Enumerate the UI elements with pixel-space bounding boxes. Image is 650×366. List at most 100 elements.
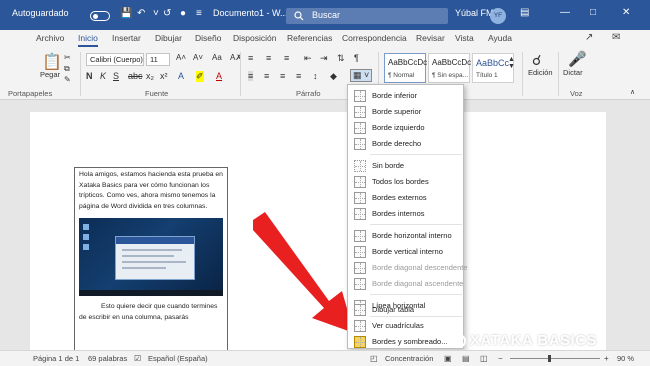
menu-bordes-externos[interactable]: Bordes externos xyxy=(348,190,463,206)
borders-button[interactable]: ▦ ˅ xyxy=(350,69,373,82)
show-marks-icon[interactable]: ¶ xyxy=(354,53,359,63)
menu-borde-derecho[interactable]: Borde derecho xyxy=(348,136,463,152)
tab-referencias[interactable]: Referencias xyxy=(287,33,332,43)
styles-more-icon[interactable]: ▲ ▼ xyxy=(508,56,515,70)
font-size-select[interactable]: 11 xyxy=(146,53,170,66)
superscript-icon[interactable]: x² xyxy=(160,71,168,81)
zoom-level[interactable]: 90 % xyxy=(617,354,634,363)
customize-icon[interactable]: ≡ xyxy=(196,8,202,19)
read-mode-icon[interactable]: ▣ xyxy=(444,354,452,363)
bold-icon[interactable]: N xyxy=(86,71,93,81)
close-icon[interactable]: ✕ xyxy=(622,7,630,18)
menu-borde-inferior[interactable]: Borde inferior xyxy=(348,88,463,104)
menu-dibujar-tabla[interactable]: Dibujar tabla xyxy=(348,302,463,318)
menu-bordes-y-sombreado[interactable]: Bordes y sombreado... xyxy=(348,334,463,350)
proofing-icon[interactable]: ☑ xyxy=(134,354,141,363)
copy-icon[interactable]: ⧉ xyxy=(64,64,70,74)
underline-icon[interactable]: S xyxy=(113,71,119,81)
tab-archivo[interactable]: Archivo xyxy=(36,33,64,43)
strikethrough-icon[interactable]: abc xyxy=(128,71,143,81)
tab-inicio[interactable]: Inicio xyxy=(78,33,98,47)
menu-ver-cuadriculas[interactable]: Ver cuadrículas xyxy=(348,318,463,334)
font-name-select[interactable]: Calibri (Cuerpo) xyxy=(86,53,144,66)
search-editing-icon[interactable]: ☌ xyxy=(532,52,541,69)
zoom-out-icon[interactable]: − xyxy=(498,354,503,363)
shrink-font-icon[interactable]: A˅ xyxy=(193,53,203,62)
tab-revisar[interactable]: Revisar xyxy=(416,33,445,43)
collapse-ribbon-icon[interactable]: ∧ xyxy=(630,88,635,96)
search-box[interactable]: Buscar xyxy=(286,8,448,24)
menu-borde-izquierdo[interactable]: Borde izquierdo xyxy=(348,120,463,136)
user-name[interactable]: Yúbal FM xyxy=(455,8,494,18)
xataka-logo-icon xyxy=(452,334,466,348)
autosave-toggle[interactable] xyxy=(90,11,110,21)
intro-paragraph[interactable]: Hola amigos, estamos hacienda esta prueb… xyxy=(79,170,223,212)
sort-icon[interactable]: ⇅ xyxy=(337,53,345,64)
pin-icon[interactable]: ● xyxy=(180,8,186,19)
editing-label[interactable]: Edición xyxy=(528,68,553,77)
tab-diseno[interactable]: Diseño xyxy=(195,33,221,43)
paste-label[interactable]: Pegar xyxy=(40,70,60,79)
grow-font-icon[interactable]: A˄ xyxy=(176,53,186,62)
italic-icon[interactable]: K xyxy=(100,71,106,81)
highlight-icon[interactable]: ✐ xyxy=(196,71,204,82)
style-no-spacing[interactable]: AaBbCcDc ¶ Sin espa... xyxy=(428,53,471,83)
redo-icon[interactable]: ↺ xyxy=(163,8,171,19)
tab-ayuda[interactable]: Ayuda xyxy=(488,33,512,43)
print-layout-icon[interactable]: ▤ xyxy=(462,354,470,363)
ribbon-display-icon[interactable]: ▤ xyxy=(520,7,529,18)
microphone-icon[interactable]: 🎤 xyxy=(568,50,587,68)
line-spacing-icon[interactable]: ↕ xyxy=(313,71,318,81)
subscript-icon[interactable]: x₂ xyxy=(146,71,154,81)
menu-bordes-internos[interactable]: Bordes internos xyxy=(348,206,463,222)
outro-paragraph[interactable]: Esto quiere decir que cuando termines de… xyxy=(79,302,223,323)
menu-borde-superior[interactable]: Borde superior xyxy=(348,104,463,120)
align-left-icon[interactable]: ≡ xyxy=(248,71,254,81)
menu-sin-borde[interactable]: Sin borde xyxy=(348,158,463,174)
multilevel-list-icon[interactable]: ≡ xyxy=(284,53,289,63)
align-center-icon[interactable]: ≡ xyxy=(264,71,269,81)
tab-insertar[interactable]: Insertar xyxy=(112,33,141,43)
save-icon[interactable]: 💾 xyxy=(120,8,132,19)
increase-indent-icon[interactable]: ⇥ xyxy=(320,53,328,64)
numbering-icon[interactable]: ≡ xyxy=(266,53,271,63)
shading-icon[interactable]: ◆ xyxy=(330,71,337,82)
focus-mode[interactable]: Concentración xyxy=(385,354,433,363)
menu-borde-horizontal-interno[interactable]: Borde horizontal interno xyxy=(348,228,463,244)
style-normal[interactable]: AaBbCcDc ¶ Normal xyxy=(384,53,427,83)
paste-icon[interactable]: 📋 xyxy=(42,52,62,72)
font-color-icon[interactable]: A xyxy=(216,71,222,81)
decrease-indent-icon[interactable]: ⇤ xyxy=(304,53,312,64)
word-count[interactable]: 69 palabras xyxy=(88,354,127,363)
avatar[interactable]: YF xyxy=(490,8,506,24)
share-icon[interactable]: ↗ xyxy=(585,32,593,43)
zoom-slider-thumb[interactable] xyxy=(548,355,551,362)
change-case-icon[interactable]: Aa xyxy=(212,53,222,62)
tab-vista[interactable]: Vista xyxy=(455,33,474,43)
tab-dibujar[interactable]: Dibujar xyxy=(155,33,182,43)
text-effects-icon[interactable]: A xyxy=(178,71,184,81)
format-painter-icon[interactable]: ✎ xyxy=(64,75,71,84)
bullets-icon[interactable]: ≡ xyxy=(248,53,253,63)
comments-icon[interactable]: ✉ xyxy=(612,32,620,43)
zoom-in-icon[interactable]: + xyxy=(604,354,609,363)
justify-icon[interactable]: ≡ xyxy=(296,71,301,81)
cut-icon[interactable]: ✂ xyxy=(64,53,71,62)
undo-icon[interactable]: ↶ xyxy=(137,8,145,19)
focus-icon[interactable]: ◰ xyxy=(370,354,378,363)
text-column[interactable]: Hola amigos, estamos hacienda esta prueb… xyxy=(74,167,228,350)
undo-dropdown-icon[interactable]: ˅ xyxy=(153,8,159,19)
menu-borde-vertical-interno[interactable]: Borde vertical interno xyxy=(348,244,463,260)
maximize-icon[interactable]: □ xyxy=(590,7,596,18)
tab-correspondencia[interactable]: Correspondencia xyxy=(342,33,407,43)
language[interactable]: Español (España) xyxy=(148,354,208,363)
web-layout-icon[interactable]: ◫ xyxy=(480,354,488,363)
menu-todos-los-bordes[interactable]: Todos los bordes xyxy=(348,174,463,190)
draw-table-icon xyxy=(354,304,366,316)
align-right-icon[interactable]: ≡ xyxy=(280,71,285,81)
page-count[interactable]: Página 1 de 1 xyxy=(33,354,79,363)
dictate-label[interactable]: Dictar xyxy=(563,68,583,77)
minimize-icon[interactable]: — xyxy=(560,7,570,18)
tab-disposicion[interactable]: Disposición xyxy=(233,33,276,43)
zoom-slider[interactable] xyxy=(510,358,600,359)
